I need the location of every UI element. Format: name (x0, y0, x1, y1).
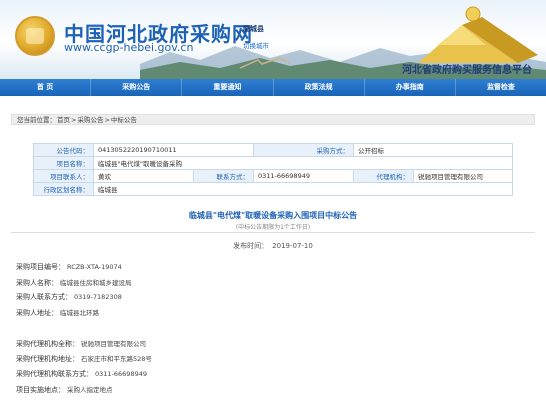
field-value: 0319-7182308 (74, 293, 122, 301)
purchase-method-label: 采购方式： (253, 143, 354, 157)
publish-time-label: 发布时间： (233, 242, 269, 250)
project-name-value: 临城县"电代煤"取暖设备采购 (93, 156, 513, 170)
publish-date: 2019-07-10 (272, 242, 313, 250)
phone-value: 0311-66698949 (253, 169, 354, 183)
field-label: 采购人联系方式： (16, 293, 72, 301)
breadcrumb-procurement-notice[interactable]: 采购公告 (77, 116, 103, 124)
list-item: 采购人名称： 临城县住房和城乡建设局 (16, 277, 132, 288)
list-item: 项目实施地点： 采购人指定地点 (16, 384, 113, 395)
field-value: 临城县北环路 (60, 309, 99, 317)
breadcrumb-separator: > (104, 116, 110, 124)
list-item: 采购代理机构联系方式： 0311-66698949 (16, 369, 147, 379)
list-item: 采购代理机构全称： 锐驰项目管理有限公司 (16, 338, 146, 349)
field-value: 锐驰项目管理有限公司 (81, 340, 146, 348)
site-header: 中国河北政府采购网 www.ccgp-hebei.gov.cn 临城县 切换城市… (0, 0, 546, 79)
phone-label: 联系方式： (193, 169, 254, 183)
field-value: 临城县住房和城乡建设局 (60, 279, 132, 287)
field-label: 采购人地址： (16, 309, 58, 317)
field-value: 0311-66698949 (95, 370, 147, 378)
notice-code-value: 0413052220190710011 (93, 143, 254, 157)
field-label: 采购代理机构联系方式： (16, 370, 93, 378)
agency-label: 代理机构： (353, 169, 414, 183)
nav-guide[interactable]: 办事指南 (365, 79, 456, 96)
table-row: 公告代码： 0413052220190710011 采购方式： 公开招标 (33, 143, 513, 157)
field-label: 采购代理机构地址： (16, 355, 79, 363)
nav-supervision[interactable]: 监督检查 (456, 79, 546, 96)
notice-code-label: 公告代码： (33, 143, 94, 157)
field-value: 石家庄市和平东路528号 (81, 355, 152, 363)
region-value: 临城县 (93, 182, 513, 196)
nav-important-notices[interactable]: 重要通知 (182, 79, 274, 96)
divider (11, 232, 535, 233)
gold-pyramid-decoration (418, 6, 538, 63)
table-row: 项目联系人： 黄欢 联系方式： 0311-66698949 代理机构： 锐驰项目… (33, 169, 513, 183)
breadcrumb-prefix: 您当前位置： (17, 116, 56, 124)
field-label: 项目实施地点： (16, 386, 65, 394)
field-label: 采购代理机构全称： (16, 340, 79, 348)
list-item: 采购人地址： 临城县北环路 (16, 307, 99, 318)
field-value: 采购人指定地点 (67, 386, 113, 394)
table-row: 行政区划名称： 临城县 (33, 182, 513, 196)
nav-procurement-notices[interactable]: 采购公告 (91, 79, 183, 96)
purchase-method-value: 公开招标 (353, 143, 513, 157)
breadcrumb-separator: > (71, 116, 77, 124)
list-item: 采购代理机构地址： 石家庄市和平东路528号 (16, 353, 152, 364)
site-url: www.ccgp-hebei.gov.cn (64, 41, 194, 54)
announcement-subtitle: (中标公告期限为1个工作日) (235, 224, 311, 231)
main-nav: 首 页 采购公告 重要通知 政策法规 办事指南 监督检查 (0, 79, 546, 96)
list-item: 采购人联系方式： 0319-7182308 (16, 292, 122, 302)
contact-value: 黄欢 (93, 169, 194, 183)
breadcrumb-home[interactable]: 首页 (57, 116, 70, 124)
agency-value: 锐驰项目管理有限公司 (413, 169, 513, 183)
region-label: 行政区划名称： (33, 182, 94, 196)
field-value: RCZB-XTA-19074 (67, 263, 122, 271)
breadcrumb: 您当前位置：首页>采购公告>中标公告 (11, 114, 535, 125)
contact-label: 项目联系人： (33, 169, 94, 183)
nav-policies[interactable]: 政策法规 (274, 79, 365, 96)
government-emblem-icon (15, 16, 55, 56)
field-label: 采购项目编号： (16, 263, 65, 271)
table-row: 项目名称： 临城县"电代煤"取暖设备采购 (33, 156, 513, 170)
banner-slogan: 河北省政府购买服务信息平台 (402, 65, 532, 76)
project-name-label: 项目名称： (33, 156, 94, 170)
switch-city-link[interactable]: 切换城市 (243, 40, 269, 50)
announcement-title: 临城县"电代煤"取暖设备采购入围项目中标公告 (188, 211, 358, 220)
nav-home[interactable]: 首 页 (0, 79, 92, 96)
breadcrumb-current: 中标公告 (110, 116, 137, 124)
list-item: 采购项目编号： RCZB-XTA-19074 (16, 262, 122, 272)
publish-time: 发布时间： 2019-07-10 (0, 241, 546, 251)
notice-info-table: 公告代码： 0413052220190710011 采购方式： 公开招标 项目名… (33, 143, 513, 196)
field-label: 采购人名称： (16, 279, 58, 287)
current-city: 临城县 (243, 25, 264, 33)
